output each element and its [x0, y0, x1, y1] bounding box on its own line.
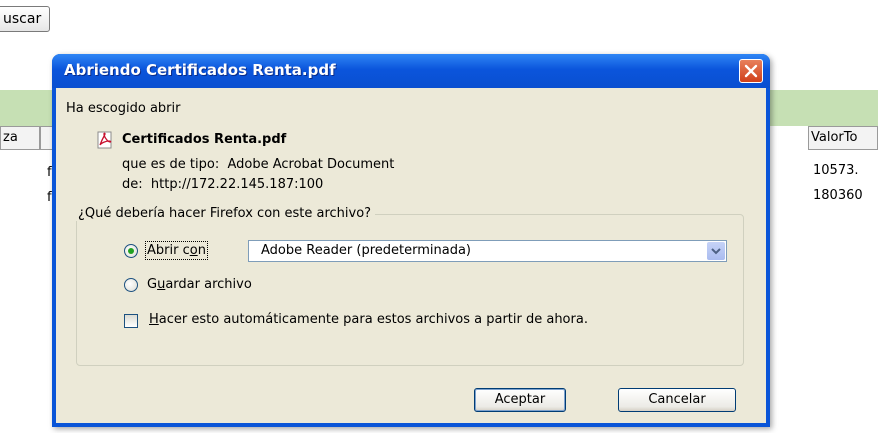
action-question: ¿Qué debería hacer Firefox con este arch…	[76, 206, 376, 221]
file-source-line: de: http://172.22.145.187:100	[122, 177, 323, 192]
save-file-label[interactable]: Guardar archivo	[147, 277, 252, 292]
open-with-label[interactable]: Abrir con	[145, 241, 208, 260]
table-cell: 180360	[813, 188, 863, 203]
table-cell: f	[47, 165, 52, 180]
type-label: que es de tipo:	[122, 157, 220, 172]
dialog-body: Ha escogido abrir Certificados Renta.pdf…	[56, 88, 766, 423]
close-icon	[744, 64, 758, 78]
table-cell: 10573.	[813, 163, 859, 178]
file-name: Certificados Renta.pdf	[122, 132, 287, 147]
select-dropdown-button[interactable]	[707, 242, 725, 260]
cancel-button[interactable]: Cancelar	[618, 388, 736, 412]
auto-action-checkbox[interactable]	[124, 314, 138, 328]
open-file-dialog: Abriendo Certificados Renta.pdf Ha escog…	[52, 54, 770, 427]
type-value: Adobe Acrobat Document	[227, 157, 395, 172]
close-button[interactable]	[739, 59, 763, 83]
column-header-valor[interactable]: ValorTo	[808, 126, 878, 150]
dialog-titlebar[interactable]: Abriendo Certificados Renta.pdf	[52, 54, 770, 88]
chevron-down-icon	[711, 248, 721, 255]
from-label: de:	[122, 177, 143, 192]
application-select[interactable]: Adobe Reader (predeterminada)	[248, 240, 727, 262]
from-value: http://172.22.145.187:100	[150, 177, 324, 192]
pdf-file-icon	[97, 131, 112, 149]
auto-action-label[interactable]: Hacer esto automáticamente para estos ar…	[149, 312, 588, 327]
selected-application: Adobe Reader (predeterminada)	[261, 243, 472, 258]
search-button[interactable]: uscar	[0, 6, 51, 32]
open-with-radio[interactable]	[124, 244, 138, 258]
file-type-line: que es de tipo: Adobe Acrobat Document	[122, 157, 394, 172]
column-header[interactable]: za	[0, 126, 40, 150]
accept-button[interactable]: Aceptar	[474, 388, 566, 412]
table-cell: f	[47, 190, 52, 205]
radio-selected-dot	[128, 248, 134, 254]
intro-text: Ha escogido abrir	[66, 101, 181, 116]
dialog-title: Abriendo Certificados Renta.pdf	[64, 61, 336, 79]
save-file-radio[interactable]	[124, 278, 138, 292]
